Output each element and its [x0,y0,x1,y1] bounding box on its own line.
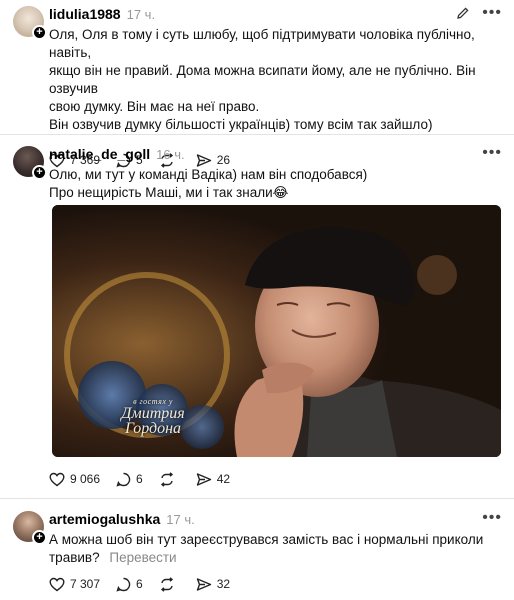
avatar[interactable]: + [13,6,47,40]
action-bar: 7 307 6 32 [49,574,502,594]
like-count: 9 066 [70,472,101,486]
username[interactable]: artemiogalushka [49,511,160,527]
share-button[interactable]: 42 [196,472,230,487]
post-text: А можна шоб він тут зареєструвався заміс… [49,531,502,567]
edit-icon[interactable] [456,6,470,20]
plus-icon[interactable]: + [32,165,47,180]
timestamp[interactable]: 16 ч. [156,147,184,162]
heart-icon [49,472,65,486]
repost-button[interactable] [159,471,180,487]
post-header: artemiogalushka 17 ч. [49,511,502,529]
text-line: Олю, ми тут у команді Вадіка) нам він сп… [49,167,368,182]
post-1: + lidulia1988 17 ч. ••• Оля, Оля в тому … [0,5,514,168]
username[interactable]: natalie_de_goll [49,146,150,162]
post-image[interactable]: в гостях у Дмитрия Гордона [52,205,501,457]
translate-link[interactable]: Перевести [109,550,176,565]
share-count: 42 [216,472,231,486]
send-icon [196,472,211,486]
text-line: Про нещирість Маші, ми і так знали😂 [49,185,289,200]
text-line: якщо він не правий. Дома можна всипати й… [49,63,476,96]
send-icon [196,577,211,591]
post-text: Олю, ми тут у команді Вадіка) нам він сп… [49,166,502,202]
text-line: травив? [49,550,100,565]
divider [0,134,514,135]
like-count: 7 307 [70,577,101,591]
comment-icon [116,577,131,592]
text-line: Він озвучив думку більшості українців) т… [49,117,433,132]
logo-line: Дмитрия [121,405,185,422]
post-3: + artemiogalushka 17 ч. ••• А можна шоб … [0,510,514,597]
username[interactable]: lidulia1988 [49,6,121,22]
divider [0,498,514,499]
watermark-logo: в гостях у Дмитрия Гордона [88,397,218,437]
heart-icon [49,577,65,591]
comment-count: 6 [136,472,143,486]
post-header: lidulia1988 17 ч. [49,6,502,24]
share-count: 32 [216,577,231,591]
repost-icon [160,471,173,487]
like-button[interactable]: 9 066 [49,472,100,487]
text-line: свою думку. Він має на неї право. [49,99,260,114]
post-2: + natalie_de_goll 16 ч. ••• Олю, ми тут … [0,145,514,496]
comment-count: 6 [136,577,143,591]
timestamp[interactable]: 17 ч. [166,512,194,527]
plus-icon[interactable]: + [32,530,47,545]
text-line: А можна шоб він тут зареєструвався заміс… [49,532,484,547]
comment-icon [116,472,131,487]
timestamp[interactable]: 17 ч. [127,7,155,22]
text-line-wrap: травив? Перевести [49,549,502,567]
avatar[interactable]: + [13,511,47,545]
repost-button[interactable] [159,576,180,592]
more-icon[interactable]: ••• [482,145,502,161]
more-icon[interactable]: ••• [482,510,502,526]
comment-button[interactable]: 6 [116,472,143,487]
text-line: Оля, Оля в тому і суть шлюбу, щоб підтри… [49,27,475,60]
action-bar: 9 066 6 42 [49,469,246,489]
logo-line: Гордона [124,420,182,437]
more-icon[interactable]: ••• [482,5,502,21]
like-button[interactable]: 7 307 [49,577,100,592]
share-button[interactable]: 32 [196,577,230,592]
post-text: Оля, Оля в тому і суть шлюбу, щоб підтри… [49,26,502,134]
repost-icon [160,576,173,592]
comment-button[interactable]: 6 [116,577,143,592]
plus-icon[interactable]: + [32,25,47,40]
avatar[interactable]: + [13,146,47,180]
post-header: natalie_de_goll 16 ч. [49,146,502,164]
